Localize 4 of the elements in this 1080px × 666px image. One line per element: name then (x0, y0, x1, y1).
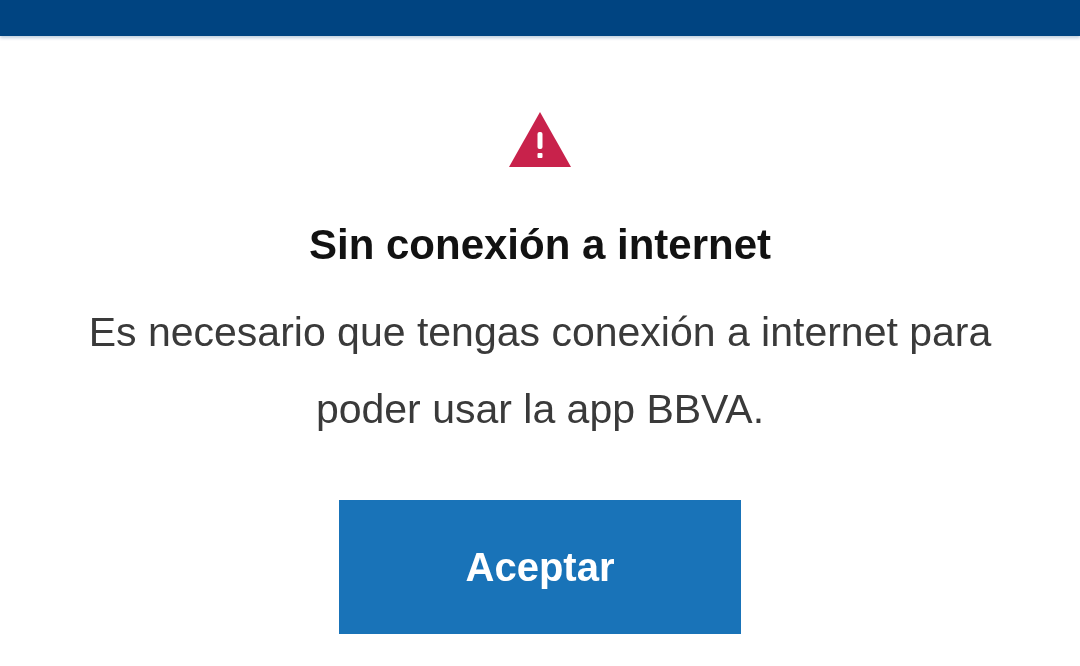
warning-icon (509, 112, 571, 167)
accept-button[interactable]: Aceptar (339, 500, 741, 634)
dialog-title: Sin conexión a internet (308, 221, 772, 269)
dialog-message: Es necesario que tengas conexión a internet para poder usar la app BBVA. (87, 308, 993, 434)
